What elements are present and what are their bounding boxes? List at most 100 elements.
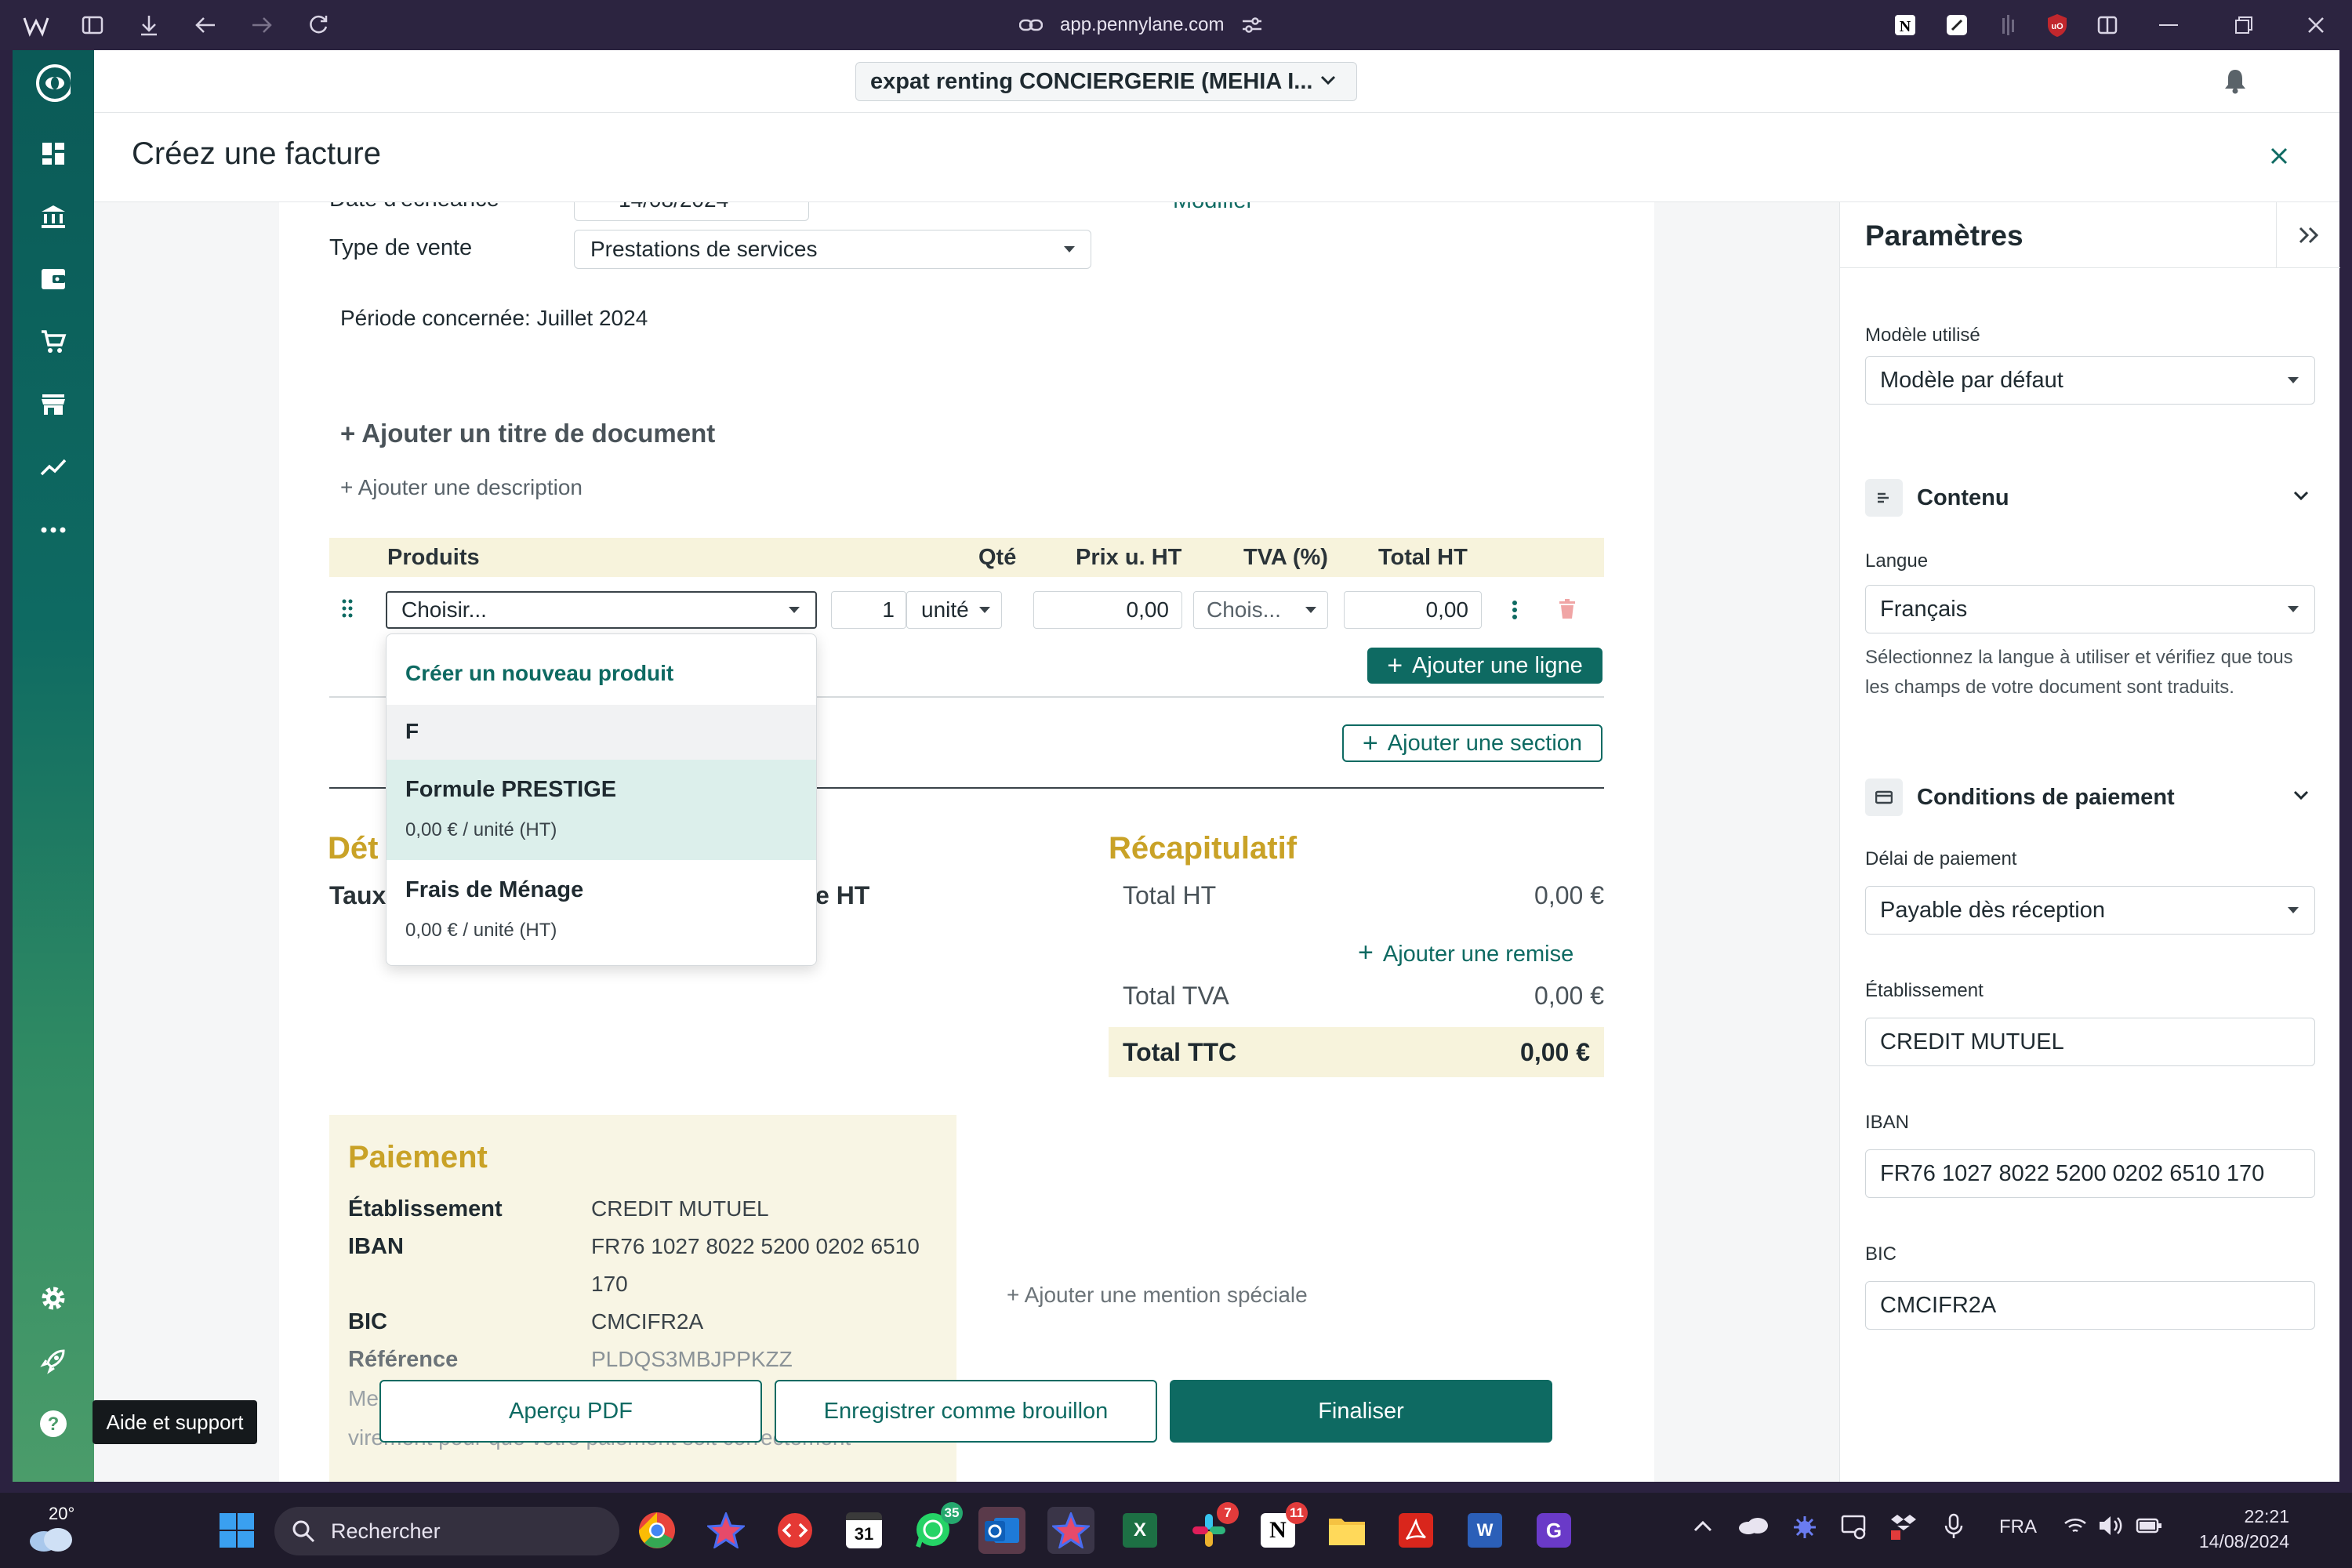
wallet-icon[interactable] bbox=[36, 262, 71, 296]
app-icon[interactable] bbox=[1047, 1507, 1094, 1554]
add-section-button[interactable]: + Ajouter une section bbox=[1342, 724, 1602, 762]
details-title: Dét bbox=[328, 831, 379, 866]
clock[interactable]: 22:21 14/08/2024 bbox=[2187, 1504, 2289, 1554]
product-placeholder: Choisir... bbox=[401, 597, 487, 622]
chevron-up-icon[interactable] bbox=[1693, 1519, 1712, 1532]
battery-icon[interactable] bbox=[2136, 1516, 2162, 1535]
language-select[interactable]: Français bbox=[1865, 585, 2315, 633]
outlook-icon[interactable] bbox=[978, 1507, 1025, 1554]
whatsapp-badge: 35 bbox=[941, 1502, 963, 1524]
weather-widget[interactable]: 20° bbox=[28, 1504, 99, 1559]
download-icon[interactable] bbox=[135, 11, 163, 39]
onedrive-icon[interactable] bbox=[1737, 1516, 1769, 1535]
calendar-day: 31 bbox=[846, 1512, 882, 1548]
chrome-icon[interactable] bbox=[633, 1507, 681, 1554]
forward-icon[interactable] bbox=[248, 11, 276, 39]
word-icon[interactable]: W bbox=[1461, 1507, 1508, 1554]
search-option[interactable]: F bbox=[387, 705, 816, 760]
collapse-panel-icon[interactable] bbox=[2276, 202, 2340, 268]
modify-link[interactable]: Modifier bbox=[1173, 202, 1254, 214]
kebab-menu-icon[interactable] bbox=[1512, 601, 1518, 619]
payment-establishment-value: CREDIT MUTUEL bbox=[591, 1196, 769, 1221]
excel-icon[interactable]: X bbox=[1116, 1507, 1163, 1554]
whatsapp-icon[interactable]: 35 bbox=[909, 1502, 963, 1554]
template-select[interactable]: Modèle par défaut bbox=[1865, 356, 2315, 405]
split-view-icon[interactable] bbox=[2093, 11, 2122, 39]
pennylane-logo-icon[interactable] bbox=[36, 64, 71, 102]
unit-select[interactable]: unité bbox=[906, 591, 1002, 629]
site-settings-icon[interactable] bbox=[1241, 16, 1263, 34]
taskbar-search[interactable]: Rechercher bbox=[274, 1507, 619, 1555]
reload-icon[interactable] bbox=[304, 11, 332, 39]
notification-bell-icon[interactable] bbox=[2223, 67, 2247, 94]
wifi-icon[interactable] bbox=[2063, 1516, 2087, 1535]
dropdown-option[interactable]: Formule PRESTIGE 0,00 € / unité (HT) bbox=[387, 760, 816, 860]
rocket-icon[interactable] bbox=[36, 1344, 71, 1378]
dropdown-option[interactable]: Frais de Ménage 0,00 € / unité (HT) bbox=[387, 860, 816, 960]
due-date-input[interactable]: 14/08/2024 bbox=[574, 202, 809, 221]
payment-reference-label: Référence bbox=[348, 1347, 459, 1372]
drag-handle-icon[interactable] bbox=[342, 599, 353, 618]
volume-icon[interactable] bbox=[2098, 1515, 2125, 1537]
slack-icon[interactable]: 7 bbox=[1185, 1502, 1239, 1554]
extension-icon[interactable] bbox=[1994, 11, 2023, 39]
file-explorer-icon[interactable] bbox=[1323, 1507, 1370, 1554]
dashboard-icon[interactable] bbox=[36, 136, 71, 171]
save-draft-button[interactable]: Enregistrer comme brouillon bbox=[775, 1380, 1157, 1443]
app-icon[interactable] bbox=[702, 1507, 750, 1554]
add-special-mention[interactable]: + Ajouter une mention spéciale bbox=[1007, 1283, 1308, 1308]
bic-input[interactable]: CMCIFR2A bbox=[1865, 1281, 2315, 1330]
language-indicator[interactable]: FRA bbox=[1999, 1516, 2037, 1538]
total-input[interactable]: 0,00 bbox=[1344, 591, 1482, 629]
vat-select[interactable]: Chois... bbox=[1193, 591, 1328, 629]
ublock-icon[interactable]: uO bbox=[2043, 11, 2071, 39]
app-icon[interactable]: G bbox=[1530, 1507, 1577, 1554]
content-section-toggle[interactable]: Contenu bbox=[1865, 478, 2315, 517]
notion-extension-icon[interactable]: N bbox=[1891, 11, 1919, 39]
iban-input[interactable]: FR76 1027 8022 5200 0202 6510 170 bbox=[1865, 1149, 2315, 1198]
app-tray-icon[interactable] bbox=[1792, 1515, 1817, 1540]
finalize-button[interactable]: Finaliser bbox=[1170, 1380, 1552, 1443]
bank-icon[interactable] bbox=[36, 199, 71, 234]
quantity-input[interactable]: 1 bbox=[831, 591, 906, 629]
unit-price-input[interactable]: 0,00 bbox=[1033, 591, 1182, 629]
browser-logo-icon[interactable] bbox=[22, 11, 50, 39]
sale-type-select[interactable]: Prestations de services bbox=[574, 230, 1091, 269]
create-product-option[interactable]: Créer un nouveau produit bbox=[405, 661, 673, 686]
add-discount-link[interactable]: + Ajouter une remise bbox=[1358, 938, 1573, 968]
restore-icon[interactable] bbox=[2230, 11, 2258, 39]
monitor-icon[interactable] bbox=[1841, 1515, 1867, 1540]
close-window-icon[interactable] bbox=[2302, 11, 2330, 39]
settings-icon[interactable] bbox=[36, 1281, 71, 1316]
payment-delay-select[interactable]: Payable dès réception bbox=[1865, 886, 2315, 935]
add-description[interactable]: + Ajouter une description bbox=[340, 475, 583, 500]
start-icon[interactable] bbox=[213, 1507, 260, 1554]
preview-pdf-button[interactable]: Aperçu PDF bbox=[379, 1380, 762, 1443]
add-line-button[interactable]: + Ajouter une ligne bbox=[1367, 648, 1602, 684]
notion-icon[interactable]: N 11 bbox=[1254, 1502, 1308, 1554]
delete-icon[interactable] bbox=[1559, 599, 1576, 619]
microphone-icon[interactable] bbox=[1944, 1513, 1963, 1540]
payment-section-toggle[interactable]: Conditions de paiement bbox=[1865, 778, 2315, 817]
dropbox-icon[interactable] bbox=[1891, 1513, 1916, 1540]
calendar-icon[interactable]: 31 bbox=[840, 1507, 887, 1554]
chevron-down-icon bbox=[1320, 75, 1336, 86]
sidebar-toggle-icon[interactable] bbox=[78, 11, 107, 39]
add-document-title[interactable]: + Ajouter un titre de document bbox=[340, 419, 715, 448]
capture-extension-icon[interactable] bbox=[1943, 11, 1971, 39]
address-bar[interactable]: app.pennylane.com bbox=[1019, 9, 1263, 41]
more-icon[interactable] bbox=[36, 513, 71, 547]
cart-icon[interactable] bbox=[36, 325, 71, 359]
establishment-input[interactable]: CREDIT MUTUEL bbox=[1865, 1018, 2315, 1066]
dev-tool-icon[interactable] bbox=[771, 1507, 818, 1554]
close-icon[interactable] bbox=[2270, 147, 2288, 165]
acrobat-icon[interactable] bbox=[1392, 1507, 1439, 1554]
back-icon[interactable] bbox=[191, 11, 220, 39]
company-selector[interactable]: expat renting CONCIERGERIE (MEHIA I... bbox=[855, 62, 1357, 101]
chart-icon[interactable] bbox=[36, 450, 71, 485]
minimize-icon[interactable] bbox=[2154, 11, 2183, 39]
product-select[interactable]: Choisir... bbox=[386, 591, 817, 629]
store-icon[interactable] bbox=[36, 387, 71, 422]
period-text[interactable]: Période concernée: Juillet 2024 bbox=[340, 306, 648, 331]
help-icon[interactable]: ? bbox=[36, 1406, 71, 1441]
